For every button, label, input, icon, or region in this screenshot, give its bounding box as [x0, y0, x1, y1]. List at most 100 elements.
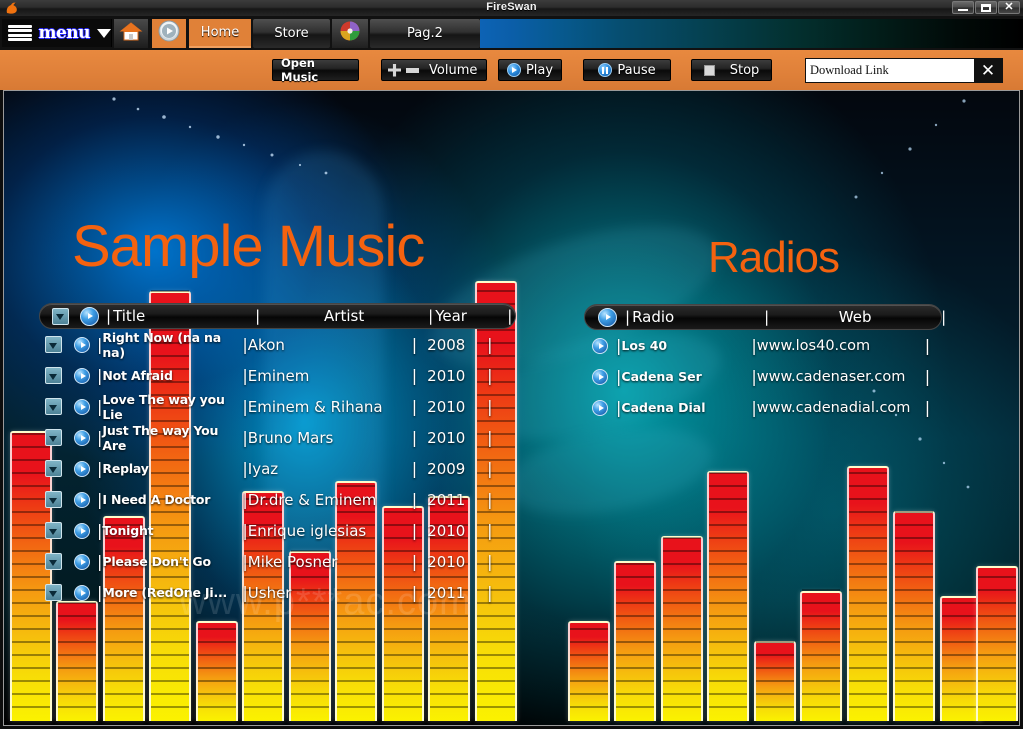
play-icon[interactable]	[74, 522, 90, 539]
stop-button[interactable]: Stop	[691, 59, 772, 81]
download-link-input[interactable]	[806, 59, 974, 82]
download-icon[interactable]	[44, 584, 62, 601]
download-clear-label: ✕	[980, 60, 996, 81]
table-row[interactable]: | Not Afraid | Eminem | 2010 |	[39, 360, 516, 391]
cell-year: 2010	[427, 552, 466, 571]
close-button[interactable]: ✕	[998, 1, 1020, 14]
cell-year: 2009	[427, 459, 466, 478]
title-bar: FireSwan ✕	[0, 0, 1023, 16]
column-separator: |	[941, 308, 947, 326]
cell-separator: |	[487, 521, 493, 540]
window-controls: ✕	[952, 1, 1020, 14]
hamburger-icon	[8, 24, 33, 42]
download-icon[interactable]	[44, 460, 62, 477]
cell-year: 2010	[427, 366, 466, 385]
radio-table-header: | Radio | Web |	[584, 304, 946, 330]
volume-button[interactable]: Volume	[381, 59, 487, 81]
cell-title: Just The way You Are	[102, 422, 219, 453]
cell-radio-web: www.cadenadial.com	[756, 399, 911, 416]
play-icon[interactable]	[74, 398, 90, 415]
cell-separator: |	[487, 552, 493, 571]
download-link-field-group: ✕	[805, 58, 1003, 83]
maximize-button[interactable]	[975, 1, 997, 14]
play-icon[interactable]	[592, 368, 608, 385]
cell-title: Right Now (na na na)	[102, 329, 221, 360]
open-music-button[interactable]: Open Music	[272, 56, 359, 84]
download-icon[interactable]	[44, 491, 62, 508]
cell-separator: |	[487, 366, 493, 385]
cell-title: Love The way you Lie	[102, 391, 225, 422]
music-table-header: | Title | Artist | Year |	[39, 303, 516, 329]
visualizer-stage: www.p***ac.com Sample Music Radios | Tit…	[3, 90, 1020, 726]
cell-artist: Mike Posner	[247, 552, 338, 571]
download-icon[interactable]	[44, 336, 62, 353]
table-row[interactable]: | Love The way you Lie | Eminem & Rihana | 20…	[39, 391, 516, 422]
radio-section-heading: Radios	[708, 233, 840, 282]
table-row[interactable]: | Please Don't Go | Mike Posner | 2010 |	[39, 546, 516, 577]
download-icon[interactable]	[44, 429, 62, 446]
globe-icon-button[interactable]	[332, 19, 368, 48]
window-title: FireSwan	[486, 1, 537, 13]
play-icon[interactable]	[592, 337, 608, 354]
download-icon[interactable]	[51, 307, 69, 325]
open-music-label: Open Music	[281, 56, 319, 84]
menu-button-label: menu	[38, 23, 90, 43]
download-icon[interactable]	[44, 398, 62, 415]
tab-store[interactable]: Store	[253, 19, 330, 48]
play-icon[interactable]	[74, 584, 90, 601]
download-icon[interactable]	[44, 522, 62, 539]
play-icon[interactable]	[74, 336, 90, 353]
table-row[interactable]: | More (RedOne Ji... | Usher | 2011 |	[39, 577, 516, 608]
tabstrip-gradient-filler	[480, 19, 1023, 48]
equalizer-bar	[568, 621, 610, 721]
list-item[interactable]: | Cadena Ser | www.cadenaser.com |	[584, 361, 942, 392]
play-icon[interactable]	[74, 460, 90, 477]
cell-title: Please Don't Go	[102, 554, 211, 569]
table-row[interactable]: | Right Now (na na na) | Akon | 2008 |	[39, 329, 516, 360]
music-panel: | Title | Artist | Year | | Right Now (na…	[39, 303, 516, 608]
cell-separator: |	[487, 335, 493, 354]
cell-separator: |	[487, 583, 493, 602]
table-row[interactable]: | Replay | Iyaz | 2009 |	[39, 453, 516, 484]
play-icon[interactable]	[79, 306, 99, 326]
list-item[interactable]: | Cadena Dial | www.cadenadial.com |	[584, 392, 942, 423]
home-icon-button[interactable]	[114, 19, 148, 48]
tab-pag2-label: Pag.2	[407, 26, 443, 41]
minus-icon[interactable]	[406, 67, 419, 73]
column-separator: |	[507, 307, 513, 325]
pause-icon	[598, 63, 613, 77]
pause-button[interactable]: Pause	[583, 59, 671, 81]
media-play-icon-button[interactable]	[152, 19, 186, 48]
menu-button[interactable]: menu	[2, 19, 112, 47]
play-button[interactable]: Play	[498, 59, 562, 81]
cell-year: 2011	[427, 490, 466, 509]
tab-home-label: Home	[200, 25, 240, 40]
cell-separator: |	[487, 397, 493, 416]
tab-home[interactable]: Home	[189, 19, 251, 48]
play-icon[interactable]	[74, 429, 90, 446]
media-play-icon	[157, 19, 181, 48]
play-icon[interactable]	[597, 307, 617, 327]
table-row[interactable]: | Tonight | Enrique iglesias | 2010 |	[39, 515, 516, 546]
minimize-button[interactable]	[952, 1, 974, 14]
play-icon[interactable]	[74, 491, 90, 508]
close-icon[interactable]: ✕	[974, 59, 1002, 82]
play-icon[interactable]	[592, 399, 608, 416]
equalizer-bar	[800, 589, 842, 721]
download-icon[interactable]	[44, 553, 62, 570]
cell-artist: Dr.dre & Eminem	[247, 490, 377, 509]
table-row[interactable]: | Just The way You Are | Bruno Mars | 2010 |	[39, 422, 516, 453]
table-row[interactable]: | I Need A Doctor | Dr.dre & Eminem | 2011 |	[39, 484, 516, 515]
stop-label: Stop	[729, 62, 760, 78]
download-icon[interactable]	[44, 367, 62, 384]
cell-radio-name: Cadena Dial	[621, 400, 706, 415]
play-icon[interactable]	[74, 367, 90, 384]
cell-separator: |	[487, 428, 493, 447]
play-icon[interactable]	[74, 553, 90, 570]
column-separator: |	[106, 307, 112, 325]
tab-pag2[interactable]: Pag.2	[370, 19, 480, 48]
cell-artist: Iyaz	[247, 459, 279, 478]
plus-icon[interactable]	[388, 63, 401, 77]
cell-radio-web: www.los40.com	[756, 337, 871, 354]
list-item[interactable]: | Los 40 | www.los40.com |	[584, 330, 942, 361]
